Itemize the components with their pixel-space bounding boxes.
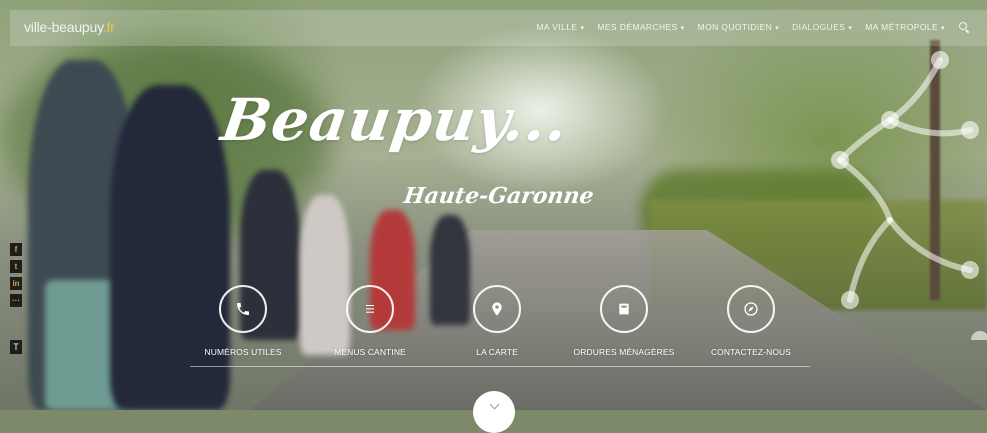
- hero-subtitle: Haute-Garonne: [402, 183, 596, 209]
- top-navigation-bar: ville-beaupuy.fr MA VILLE ▾ MES DÉMARCHES…: [10, 10, 987, 46]
- quick-link-label: ORDURES MÉNAGÈRES: [573, 347, 675, 357]
- twitter-icon[interactable]: t: [10, 260, 22, 273]
- quick-link-label: LA CARTE: [476, 347, 518, 357]
- nav-item-ma-ville[interactable]: MA VILLE ▾: [536, 22, 584, 32]
- map-pin-icon: [492, 302, 502, 316]
- scroll-down-button[interactable]: [473, 391, 515, 433]
- chevron-down-icon: ▾: [580, 25, 585, 32]
- chevron-down-icon: ▾: [941, 25, 945, 32]
- chevron-down-icon: ▾: [680, 25, 685, 32]
- site-logo[interactable]: ville-beaupuy.fr: [24, 19, 115, 35]
- main-menu: MA VILLE ▾ MES DÉMARCHES ▾ MON QUOTIDIEN ▾ …: [523, 22, 969, 32]
- chevron-down-icon: [489, 399, 499, 410]
- quick-link-numeros-utiles[interactable]: NUMÉROS UTILES: [178, 285, 308, 357]
- share-icon[interactable]: ···: [10, 294, 22, 307]
- hero-title: Beaupuy...: [217, 86, 573, 154]
- quick-link-circle[interactable]: [600, 285, 648, 333]
- quick-link-circle[interactable]: [727, 285, 775, 333]
- search-icon[interactable]: [959, 22, 969, 32]
- logo-text: ville-beaupuy: [24, 19, 103, 35]
- print-icon[interactable]: T: [10, 340, 22, 354]
- quick-links: NUMÉROS UTILES MENUS CANTINE LA CARTE OR…: [178, 285, 818, 357]
- quick-link-menus-cantine[interactable]: MENUS CANTINE: [305, 285, 435, 357]
- quick-link-la-carte[interactable]: LA CARTE: [432, 285, 562, 357]
- quick-link-contactez-nous[interactable]: CONTACTEZ-NOUS: [686, 285, 816, 357]
- quick-link-label: CONTACTEZ-NOUS: [710, 347, 792, 357]
- quick-link-ordures-menageres[interactable]: ORDURES MÉNAGÈRES: [559, 285, 689, 357]
- quick-link-label: NUMÉROS UTILES: [204, 347, 282, 357]
- nav-item-ma-metropole[interactable]: MA MÉTROPOLE ▾: [865, 22, 945, 32]
- facebook-icon[interactable]: f: [10, 243, 22, 256]
- occitan-cross-watermark: [831, 51, 987, 340]
- logo-suffix: .fr: [102, 19, 115, 35]
- section-divider: [190, 366, 810, 367]
- background-person: [110, 85, 230, 410]
- compass-icon: [744, 302, 758, 316]
- social-share-bar: f t in ···: [10, 243, 22, 307]
- quick-link-label: MENUS CANTINE: [334, 347, 406, 357]
- menu-icon: [366, 305, 374, 313]
- chevron-down-icon: ▾: [775, 25, 780, 32]
- nav-item-mon-quotidien[interactable]: MON QUOTIDIEN ▾: [698, 22, 780, 32]
- bin-icon: [619, 303, 629, 315]
- quick-link-circle[interactable]: [346, 285, 394, 333]
- quick-link-circle[interactable]: [473, 285, 521, 333]
- phone-icon: [237, 303, 249, 315]
- nav-item-mes-demarches[interactable]: MES DÉMARCHES ▾: [597, 22, 684, 32]
- quick-link-circle[interactable]: [219, 285, 267, 333]
- linkedin-icon[interactable]: in: [10, 277, 22, 290]
- nav-item-dialogues[interactable]: DIALOGUES ▾: [792, 22, 852, 32]
- chevron-down-icon: ▾: [848, 25, 853, 32]
